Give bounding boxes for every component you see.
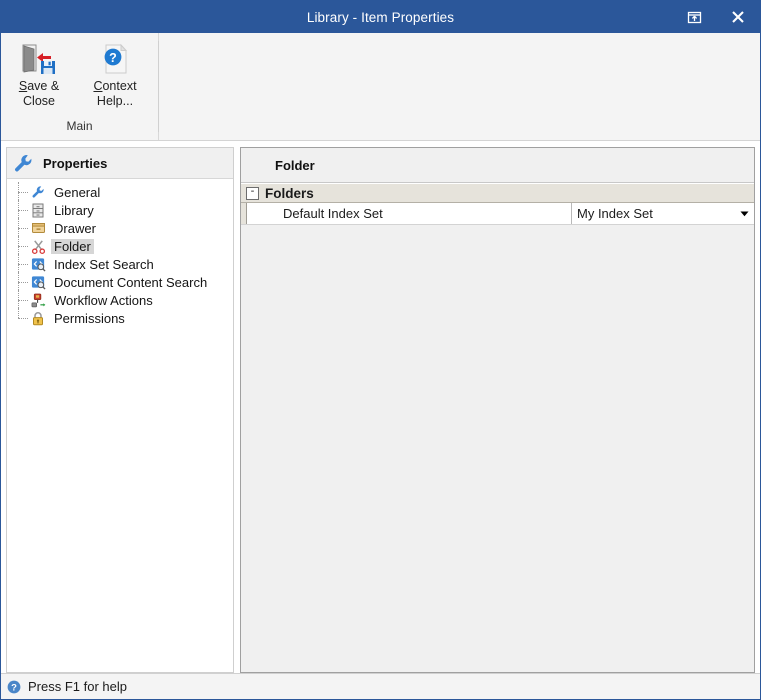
sidebar-item-general[interactable]: General [7, 182, 233, 202]
tree-connector [18, 246, 28, 247]
default-index-set-value: My Index Set [577, 206, 653, 221]
sidebar-item-permissions[interactable]: Permissions [7, 308, 233, 327]
drawer-icon [29, 220, 47, 236]
page-title: Folder [275, 157, 315, 173]
sidebar-item-label: General [54, 184, 101, 200]
content-panel: Folder - Folders Default Index Set My In… [240, 147, 755, 673]
restore-window-button[interactable] [672, 1, 716, 33]
context-help-button[interactable]: ? Context Help... [77, 38, 153, 109]
sidebar-item-workflow-actions[interactable]: Workflow Actions [7, 290, 233, 310]
property-grid: - Folders Default Index Set My Index Set [241, 183, 754, 672]
wrench-icon [29, 184, 47, 200]
properties-panel-header: Properties [7, 148, 233, 179]
save-and-close-button[interactable]: Save & Close [1, 38, 77, 109]
sidebar-item-folder[interactable]: Folder [7, 236, 233, 256]
cabinet-icon [29, 202, 47, 218]
save-and-close-icon [21, 42, 57, 76]
status-bar-text: Press F1 for help [28, 679, 127, 694]
wrench-icon [13, 153, 35, 173]
window-controls [672, 1, 760, 33]
content-header: Folder [241, 148, 754, 183]
collapse-expander-icon[interactable]: - [246, 186, 259, 200]
chevron-down-icon[interactable] [736, 204, 753, 224]
properties-navigation-panel: Properties General Library Drawer Folder… [6, 147, 234, 673]
tree-connector [18, 210, 28, 211]
ribbon-group-main: Save & Close ? Context Help... Main [1, 33, 159, 140]
sidebar-item-label: Permissions [54, 310, 125, 326]
tree-connector [18, 192, 28, 193]
sidebar-item-label: Folder [51, 238, 94, 254]
tree-connector [18, 228, 28, 229]
sidebar-item-label: Document Content Search [54, 274, 208, 290]
property-row-default-index-set: Default Index Set My Index Set [241, 203, 754, 225]
help-circle-icon: ? [7, 680, 21, 694]
ribbon-group-main-label: Main [66, 119, 93, 133]
ribbon-group-divider [158, 41, 159, 132]
lock-icon [29, 310, 47, 326]
property-group-folders[interactable]: - Folders [241, 183, 754, 203]
ribbon-toolbar: Save & Close ? Context Help... Main [1, 33, 760, 141]
status-bar: ? Press F1 for help [1, 673, 760, 699]
workflow-icon [29, 292, 47, 308]
tree-line [18, 308, 19, 318]
svg-text:?: ? [109, 51, 117, 65]
scissors-icon [29, 238, 47, 254]
sidebar-item-label: Workflow Actions [54, 292, 153, 308]
property-group-label: Folders [265, 185, 314, 201]
tree-connector [18, 264, 28, 265]
sidebar-item-drawer[interactable]: Drawer [7, 218, 233, 238]
sidebar-item-label: Index Set Search [54, 256, 154, 272]
window-title: Library - Item Properties [306, 9, 455, 25]
tree-connector [18, 282, 28, 283]
window-body: Properties General Library Drawer Folder… [1, 141, 760, 673]
code-search-icon [29, 256, 47, 272]
tree-connector [18, 318, 28, 319]
svg-text:?: ? [11, 682, 17, 693]
property-name-label: Default Index Set [247, 203, 572, 224]
context-help-label: Context Help... [93, 79, 137, 108]
save-and-close-label: Save & Close [18, 79, 60, 108]
item-properties-window: Library - Item Properties Save & Close ?… [0, 0, 761, 700]
properties-tree: General Library Drawer Folder Index Set … [7, 179, 233, 672]
close-icon [731, 10, 745, 24]
tree-connector [18, 300, 28, 301]
sidebar-item-label: Drawer [54, 220, 96, 236]
sidebar-item-library[interactable]: Library [7, 200, 233, 220]
code-search-icon [29, 274, 47, 290]
properties-panel-title: Properties [43, 155, 108, 171]
sidebar-item-label: Library [54, 202, 94, 218]
close-window-button[interactable] [716, 1, 760, 33]
title-bar: Library - Item Properties [1, 1, 760, 33]
sidebar-item-document-content-search[interactable]: Document Content Search [7, 272, 233, 292]
context-help-icon: ? [98, 42, 132, 76]
restore-icon [687, 10, 702, 25]
default-index-set-dropdown[interactable]: My Index Set [572, 203, 754, 224]
sidebar-item-index-set-search[interactable]: Index Set Search [7, 254, 233, 274]
